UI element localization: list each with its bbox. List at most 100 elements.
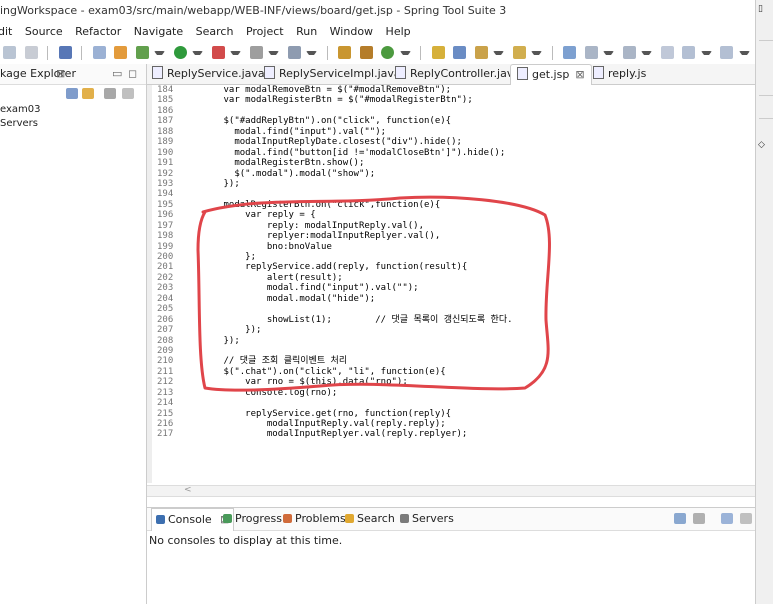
line-number: 196 — [157, 210, 174, 221]
toolbar-separator — [326, 46, 328, 60]
save-icon[interactable] — [3, 46, 16, 59]
menu-project[interactable]: Project — [246, 22, 284, 42]
collapse-all-icon[interactable] — [66, 88, 78, 99]
menu-run[interactable]: Run — [296, 22, 317, 42]
tab-replyservice-java[interactable]: ReplyService.java — [152, 64, 265, 84]
tab-servers[interactable]: Servers — [400, 508, 454, 530]
line-number: 208 — [157, 335, 174, 346]
chevron-down-icon[interactable] — [154, 51, 165, 60]
open-type-icon[interactable] — [92, 46, 106, 59]
back-arrow-icon[interactable] — [682, 46, 695, 59]
toolbar-separator — [81, 46, 82, 60]
chevron-down-icon[interactable] — [268, 51, 279, 60]
chevron-down-icon[interactable] — [230, 51, 241, 60]
chevron-down-icon[interactable] — [531, 51, 542, 60]
tab-console[interactable]: Console ⊠ — [151, 508, 235, 531]
refresh-icon[interactable] — [114, 46, 127, 59]
menu-edit[interactable]: dit — [0, 22, 12, 42]
deploy-icon[interactable] — [287, 46, 301, 59]
tab-label: ReplyController.java — [410, 67, 521, 80]
next-annotation-icon[interactable] — [584, 46, 598, 59]
annotation-icon[interactable] — [563, 46, 576, 59]
code-line: 204 modal.modal("hide"); — [153, 294, 753, 304]
menu-search[interactable]: Search — [196, 22, 234, 42]
chevron-down-icon[interactable] — [700, 51, 712, 60]
open-folder-icon[interactable] — [431, 46, 445, 59]
tab-reply-js[interactable]: reply.js — [593, 64, 646, 84]
tab-search[interactable]: Search — [345, 508, 395, 530]
print-icon[interactable] — [58, 46, 72, 59]
line-number: 210 — [157, 356, 174, 367]
line-number: 198 — [157, 231, 174, 242]
display-console-icon[interactable] — [674, 513, 686, 524]
search-icon — [345, 514, 354, 523]
forward-arrow-icon[interactable] — [720, 46, 733, 59]
code-text: replyer:modalInputReplyer.val(), — [191, 231, 441, 242]
search-icon[interactable] — [453, 46, 466, 59]
line-number: 185 — [157, 95, 174, 106]
menu-help[interactable]: Help — [386, 22, 411, 42]
divider — [759, 118, 773, 119]
pencil-icon[interactable] — [474, 46, 488, 59]
tab-replyserviceimpl-java[interactable]: ReplyServiceImpl.java — [264, 64, 401, 84]
outline-icon[interactable]: ◇ — [758, 140, 765, 150]
code-line: 211 $(".chat").on("click", "li", functio… — [153, 367, 753, 377]
last-edit-icon[interactable] — [660, 46, 674, 59]
minimize-icon[interactable]: ▭ — [112, 64, 122, 84]
new-class-icon[interactable] — [381, 46, 394, 59]
tree-item-project[interactable]: exam03 — [0, 103, 146, 117]
save-all-icon[interactable] — [24, 46, 38, 59]
tab-label: get.jsp — [532, 68, 570, 81]
code-line: 213 console.log(rno); — [153, 388, 753, 398]
right-side-panel: ▯ ◇ — [755, 0, 773, 604]
js-file-icon — [593, 66, 604, 79]
tab-replycontroller-java[interactable]: ReplyController.java — [395, 64, 520, 84]
scroll-left-icon[interactable]: < — [184, 485, 192, 495]
external-tools-icon[interactable] — [211, 46, 225, 59]
open-task-icon[interactable] — [512, 46, 526, 59]
open-console-icon[interactable] — [721, 513, 733, 524]
menu-refactor[interactable]: Refactor — [75, 22, 121, 42]
chevron-down-icon[interactable] — [493, 51, 504, 60]
view-menu-icon[interactable] — [740, 513, 752, 524]
view-menu-icon[interactable] — [122, 88, 134, 99]
chevron-down-icon[interactable] — [603, 51, 614, 60]
code-editor[interactable]: 184 var modalRemoveBtn = $("#modalRemove… — [147, 85, 755, 483]
new-java-project-icon[interactable] — [338, 46, 351, 59]
horizontal-scrollbar[interactable]: < — [147, 485, 755, 497]
run-icon[interactable] — [173, 46, 187, 59]
line-number: 212 — [157, 377, 174, 388]
close-icon[interactable]: ⊠ — [56, 64, 65, 84]
link-editor-icon[interactable] — [82, 88, 94, 99]
new-package-icon[interactable] — [359, 46, 373, 59]
previous-annotation-icon[interactable] — [622, 46, 636, 59]
code-line: 205 — [153, 304, 753, 314]
line-number: 216 — [157, 419, 174, 429]
restore-icon[interactable]: ▯ — [758, 4, 763, 14]
chevron-down-icon[interactable] — [738, 51, 750, 60]
menu-navigate[interactable]: Navigate — [134, 22, 183, 42]
package-explorer-tab[interactable]: kage Explorer ⊠ ▭ ◻ — [0, 64, 146, 85]
tab-problems[interactable]: Problems — [283, 508, 346, 530]
chevron-down-icon[interactable] — [306, 51, 317, 60]
stop-icon[interactable] — [249, 46, 263, 59]
code-text: modal.find("input").val(""); — [191, 126, 387, 137]
tab-progress[interactable]: Progress — [223, 508, 282, 530]
menu-source[interactable]: Source — [25, 22, 63, 42]
code-line: 197 reply: modalInputReply.val(), — [153, 221, 753, 231]
tab-get-jsp[interactable]: get.jsp ⊠ — [510, 64, 592, 85]
chevron-down-icon[interactable] — [192, 51, 203, 60]
pin-console-icon[interactable] — [693, 513, 705, 524]
editor-gutter — [147, 85, 152, 483]
chevron-down-icon[interactable] — [399, 51, 411, 60]
line-number: 211 — [157, 366, 174, 377]
code-text: console.log(rno); — [191, 387, 338, 398]
menu-window[interactable]: Window — [330, 22, 373, 42]
chevron-down-icon[interactable] — [641, 51, 652, 60]
close-icon[interactable]: ⊠ — [575, 68, 584, 81]
debug-icon[interactable] — [135, 46, 149, 59]
tree-item-servers[interactable]: Servers — [0, 117, 146, 131]
code-line: 192 $(".modal").modal("show"); — [153, 169, 753, 179]
filter-icon[interactable] — [104, 88, 116, 99]
maximize-icon[interactable]: ◻ — [128, 64, 137, 84]
